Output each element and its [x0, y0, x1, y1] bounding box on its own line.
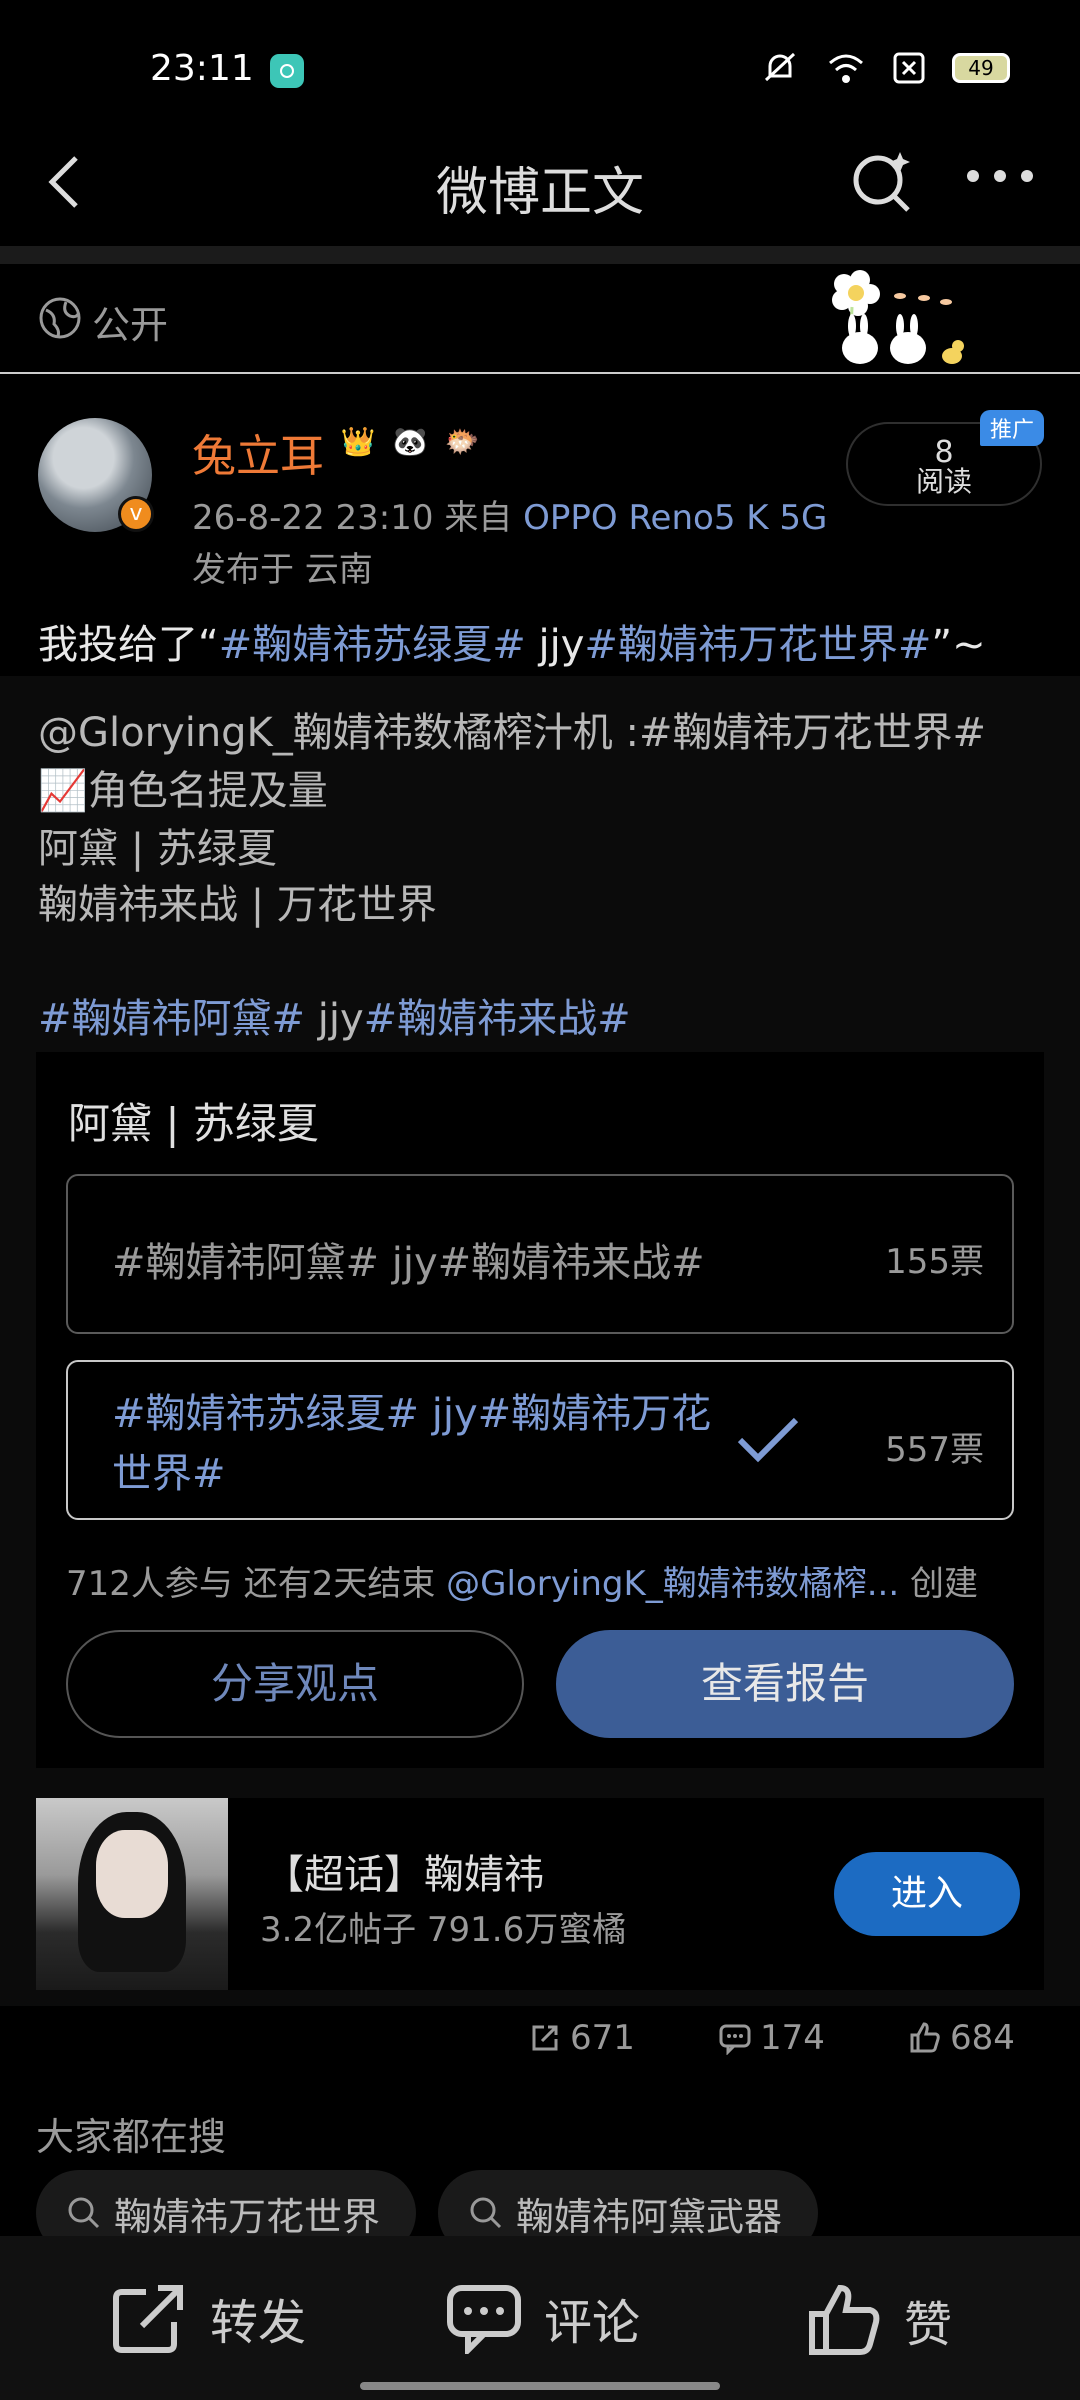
read-label: 阅读	[915, 465, 972, 498]
post-line-stats: 📈角色名提及量	[38, 768, 328, 814]
comment-icon	[719, 2024, 751, 2055]
comment-button[interactable]: 评论	[446, 2282, 640, 2354]
poll-option-text: #鞠婧祎苏绿夏# jjy#鞠婧祎万花世界#	[112, 1391, 712, 1497]
globe-icon	[39, 297, 81, 339]
chart-emoji-icon: 📈	[38, 768, 88, 814]
poll-option-text: #鞠婧祎阿黛# jjy#鞠婧祎来战#	[112, 1240, 705, 1286]
crown-badge-icon: 👑	[340, 425, 376, 458]
poll-option-votes: 155票	[885, 1242, 984, 1282]
poll-participants: 712人参与	[66, 1564, 233, 1604]
poll-remaining: 还有2天结束	[243, 1564, 436, 1604]
enter-button[interactable]: 进入	[834, 1852, 1020, 1936]
search-icon	[470, 2197, 502, 2229]
wifi-icon	[829, 54, 863, 83]
hashtag-link[interactable]: #鞠婧祎阿黛#	[38, 996, 305, 1042]
promo-badge[interactable]: 推广	[980, 410, 1045, 446]
page-title: 微博正文	[435, 163, 644, 223]
trending-label: 大家都在搜	[36, 2115, 227, 2159]
post-timestamp: 26-8-22 23:10	[192, 498, 434, 538]
status-icons: 49	[760, 50, 1010, 86]
poll-footer: 712人参与 还有2天结束 @GloryingK_鞠婧祎数橘榨... 创建	[66, 1556, 978, 1605]
status-time: 23:11	[150, 48, 254, 89]
checkmark-icon	[737, 1417, 799, 1463]
super-topic-title: 【超话】鞠婧祎	[264, 1852, 544, 1898]
thumbs-up-icon	[910, 2022, 940, 2053]
notification-app-icon	[270, 54, 304, 88]
comment-icon	[447, 2285, 521, 2354]
poll-created-label: 创建	[909, 1564, 978, 1604]
user-badges: 👑 🐼 🐡	[336, 420, 484, 464]
repost-icon	[113, 2285, 183, 2353]
search-icon[interactable]	[848, 146, 918, 216]
username[interactable]: 兔立耳	[192, 420, 324, 484]
poll-title: 阿黛 | 苏绿夏	[68, 1099, 319, 1148]
fish-badge-icon: 🐡	[444, 425, 480, 458]
mute-bell-icon	[764, 52, 796, 82]
hashtag-link[interactable]: #鞠婧祎万花世界#	[584, 622, 931, 668]
thumbs-up-icon	[809, 2284, 880, 2355]
poll-option-votes: 557票	[885, 1430, 984, 1470]
post-meta: 26-8-22 23:10 来自 OPPO Reno5 K 5G	[192, 490, 827, 539]
visibility-label: 公开	[92, 303, 169, 347]
mention-link[interactable]: @GloryingK_鞠婧祎数橘榨汁机 :#鞠婧祎万花世界#	[38, 700, 986, 758]
repost-count[interactable]: 671	[528, 2018, 635, 2058]
like-count[interactable]: 684	[908, 2018, 1015, 2058]
search-icon	[68, 2197, 100, 2229]
comment-count[interactable]: 174	[718, 2018, 825, 2058]
no-sim-icon	[893, 52, 925, 84]
like-button[interactable]: 赞	[806, 2282, 952, 2358]
decoration-flower-bunnies-icon	[832, 270, 964, 364]
post-from-label: 来自	[444, 498, 513, 538]
hashtag-link[interactable]: #鞠婧祎来战#	[364, 996, 631, 1042]
home-indicator[interactable]	[360, 2382, 720, 2390]
post-line: 阿黛 | 苏绿夏	[38, 826, 277, 872]
panda-badge-icon: 🐼	[392, 425, 428, 458]
post-location: 发布于 云南	[192, 550, 373, 590]
poll-creator-link[interactable]: @GloryingK_鞠婧祎数橘榨...	[446, 1564, 899, 1604]
share-icon	[532, 2025, 558, 2051]
post-first-line: 我投给了“#鞠婧祎苏绿夏# jjy#鞠婧祎万花世界#”~	[38, 622, 986, 668]
repost-button[interactable]: 转发	[112, 2282, 306, 2354]
post-line: 鞠婧祎来战 | 万花世界	[38, 882, 437, 928]
view-report-button[interactable]: 查看报告	[556, 1630, 1014, 1738]
more-icon[interactable]	[965, 166, 1035, 186]
super-topic-image-face	[96, 1830, 168, 1918]
post-device[interactable]: OPPO Reno5 K 5G	[523, 498, 827, 538]
hashtag-link[interactable]: #鞠婧祎苏绿夏#	[219, 622, 526, 668]
post-tags-line: #鞠婧祎阿黛# jjy#鞠婧祎来战#	[38, 996, 631, 1042]
verified-badge-icon: v	[118, 496, 154, 532]
share-opinion-button[interactable]: 分享观点	[66, 1630, 524, 1738]
battery-icon: 49	[952, 53, 1010, 83]
super-topic-subtitle: 3.2亿帖子 791.6万蜜橘	[260, 1910, 627, 1950]
